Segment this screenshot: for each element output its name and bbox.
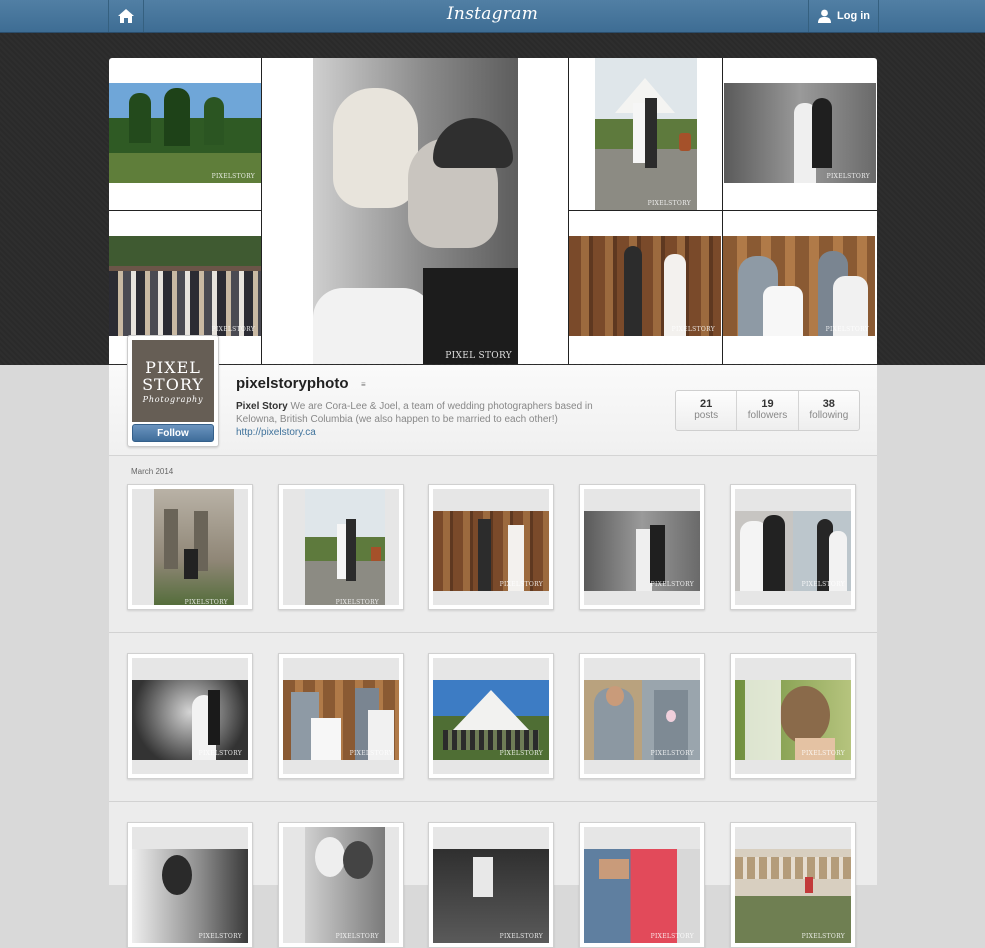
profile-stats: 21 posts 19 followers 38 following bbox=[675, 390, 860, 431]
avatar[interactable]: PIXEL STORY Photography bbox=[132, 340, 214, 422]
watermark: PIXELSTORY bbox=[211, 173, 255, 180]
avatar-logo-line2: STORY bbox=[142, 375, 204, 394]
bio-name: Pixel Story bbox=[236, 401, 288, 412]
stat-value: 19 bbox=[761, 398, 774, 410]
username: pixelstoryphoto bbox=[236, 375, 349, 392]
watermark: PIXELSTORY bbox=[801, 933, 845, 940]
feed-photo[interactable]: PIXELSTORY bbox=[127, 653, 253, 779]
top-nav: Instagram Log in bbox=[0, 0, 985, 33]
feed-photo[interactable]: PIXELSTORY bbox=[127, 484, 253, 610]
follow-button[interactable]: Follow bbox=[132, 424, 214, 442]
feed-photo[interactable]: PIXELSTORY bbox=[579, 653, 705, 779]
watermark: PIXELSTORY bbox=[650, 581, 694, 588]
watermark: PIXELSTORY bbox=[801, 750, 845, 757]
stat-label: followers bbox=[747, 410, 788, 421]
feed-photo[interactable]: PIXELSTORY bbox=[579, 484, 705, 610]
watermark: PIXELSTORY bbox=[671, 326, 715, 333]
stat-posts[interactable]: 21 posts bbox=[676, 391, 738, 430]
mosaic-photo-wood-door[interactable]: PIXELSTORY bbox=[569, 236, 721, 336]
feed-photo[interactable]: PIXELSTORY bbox=[428, 484, 554, 610]
watermark: PIXELSTORY bbox=[650, 750, 694, 757]
stat-followers[interactable]: 19 followers bbox=[737, 391, 799, 430]
feed-photo[interactable]: PIXELSTORY bbox=[730, 822, 856, 948]
feed-photo[interactable]: PIXELSTORY bbox=[579, 822, 705, 948]
watermark: PIXELSTORY bbox=[349, 750, 393, 757]
watermark: PIXELSTORY bbox=[184, 599, 228, 605]
avatar-card: PIXEL STORY Photography Follow bbox=[127, 335, 219, 447]
watermark: PIXELSTORY bbox=[650, 933, 694, 940]
feed-photo[interactable]: PIXELSTORY bbox=[278, 653, 404, 779]
bio: Pixel Story We are Cora-Lee & Joel, a te… bbox=[236, 400, 636, 439]
stat-value: 38 bbox=[822, 398, 835, 410]
feed-photo[interactable]: PIXELSTORY bbox=[428, 822, 554, 948]
watermark: PIXELSTORY bbox=[198, 933, 242, 940]
watermark: PIXELSTORY bbox=[801, 581, 845, 588]
feed-photo[interactable]: PIXELSTORY bbox=[127, 822, 253, 948]
watermark: PIXELSTORY bbox=[647, 200, 691, 207]
header-mosaic: PIXELSTORY PIXELSTORY PIXEL STORY PIXELS… bbox=[109, 58, 877, 364]
user-icon bbox=[818, 9, 831, 23]
watermark: PIXELSTORY bbox=[499, 581, 543, 588]
feed-photo[interactable]: PIXELSTORY bbox=[428, 653, 554, 779]
login-label: Log in bbox=[837, 10, 870, 22]
feed-photo[interactable]: PIXELSTORY bbox=[730, 653, 856, 779]
month-label: March 2014 bbox=[131, 467, 174, 476]
feed-photo[interactable]: PIXELSTORY bbox=[278, 484, 404, 610]
mosaic-photo-park[interactable]: PIXELSTORY bbox=[109, 83, 261, 183]
mosaic-photo-kiss-bw[interactable]: PIXEL STORY bbox=[313, 58, 518, 364]
login-button[interactable]: Log in bbox=[808, 0, 879, 32]
watermark: PIXELSTORY bbox=[826, 173, 870, 180]
avatar-logo-line3: Photography bbox=[142, 395, 204, 404]
watermark: PIXELSTORY bbox=[825, 326, 869, 333]
stat-value: 21 bbox=[700, 398, 713, 410]
stat-label: posts bbox=[694, 410, 719, 421]
watermark: PIXELSTORY bbox=[499, 933, 543, 940]
mosaic-photo-smiling-couple[interactable]: PIXELSTORY bbox=[723, 236, 875, 336]
watermark: PIXELSTORY bbox=[335, 599, 379, 605]
feed-photo[interactable]: PIXELSTORY bbox=[278, 822, 404, 948]
website-link[interactable]: http://pixelstory.ca bbox=[236, 427, 316, 438]
stat-label: following bbox=[809, 410, 849, 421]
bio-text: We are Cora-Lee & Joel, a team of weddin… bbox=[236, 401, 593, 425]
feed-photo[interactable]: PIXELSTORY bbox=[730, 484, 856, 610]
watermark: PIXEL STORY bbox=[445, 351, 512, 361]
watermark: PIXELSTORY bbox=[335, 933, 379, 940]
mosaic-photo-seated-bw[interactable]: PIXELSTORY bbox=[724, 83, 876, 183]
watermark: PIXELSTORY bbox=[198, 750, 242, 757]
stat-following[interactable]: 38 following bbox=[799, 391, 859, 430]
mosaic-photo-guests[interactable]: PIXELSTORY bbox=[109, 236, 261, 336]
mosaic-photo-tent-kiss[interactable]: PIXELSTORY bbox=[595, 58, 697, 210]
watermark: PIXELSTORY bbox=[211, 326, 255, 333]
watermark: PIXELSTORY bbox=[499, 750, 543, 757]
menu-icon[interactable]: ≡ bbox=[361, 380, 366, 389]
